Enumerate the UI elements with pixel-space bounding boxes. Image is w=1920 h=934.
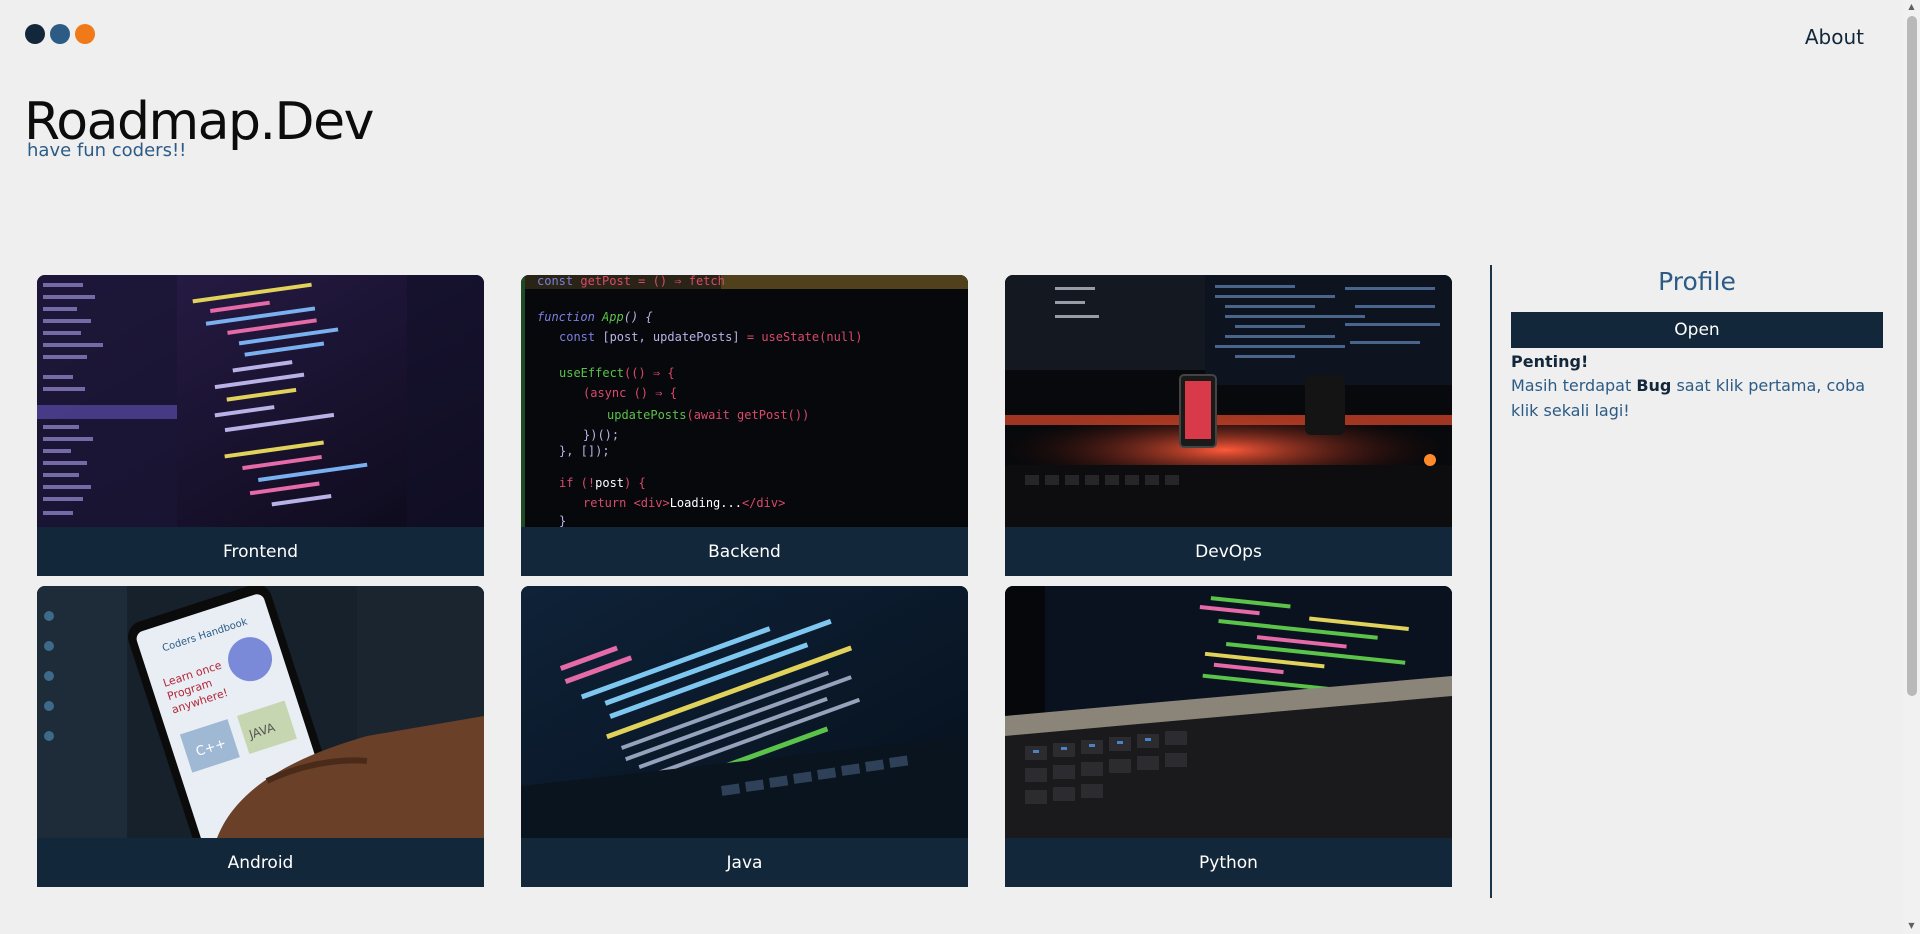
profile-panel: Profile Open Penting! Masih terdapat Bug… [1511, 265, 1883, 423]
svg-text:}, []);: }, []); [559, 444, 610, 458]
card-label: DevOps [1005, 527, 1452, 576]
frontend-image [37, 275, 484, 527]
sidebar-divider [1490, 265, 1492, 898]
android-image: Coders Handbook Learn once Program anywh… [37, 586, 484, 838]
top-bar: About [0, 0, 1900, 70]
dot-blue [50, 24, 70, 44]
window-dots [25, 24, 95, 44]
vertical-scrollbar[interactable]: ▲ ▼ [1903, 0, 1920, 934]
brand: Roadmap.Dev have fun coders!! [24, 92, 374, 161]
svg-text:if (!post) {: if (!post) { [559, 476, 646, 490]
svg-text:useEffect(() ⇒ {: useEffect(() ⇒ { [559, 366, 675, 380]
profile-title: Profile [1658, 267, 1736, 296]
scroll-thumb[interactable] [1907, 16, 1917, 696]
svg-text:updatePosts(await getPost()): updatePosts(await getPost()) [607, 408, 809, 422]
card-java[interactable]: Java [521, 586, 968, 887]
card-label: Android [37, 838, 484, 887]
backend-image: const getPost = () ⇒ fetch function App(… [521, 275, 968, 527]
svg-text:const [post, updatePosts] = us: const [post, updatePosts] = useState(nul… [559, 330, 862, 344]
card-backend[interactable]: const getPost = () ⇒ fetch function App(… [521, 275, 968, 576]
svg-text:})();: })(); [583, 428, 619, 442]
card-frontend[interactable]: Frontend [37, 275, 484, 576]
card-python[interactable]: Python [1005, 586, 1452, 887]
java-image [521, 586, 968, 838]
card-devops[interactable]: DevOps [1005, 275, 1452, 576]
open-profile-button[interactable]: Open [1511, 312, 1883, 348]
svg-text:function App() {: function App() { [537, 310, 653, 324]
about-link[interactable]: About [1805, 25, 1864, 49]
dot-navy [25, 24, 45, 44]
devops-image [1005, 275, 1452, 527]
svg-text:return <div>Loading...</div>: return <div>Loading...</div> [583, 496, 785, 510]
svg-text:}: } [559, 514, 566, 527]
card-label: Java [521, 838, 968, 887]
scroll-up-icon[interactable]: ▲ [1907, 3, 1916, 11]
note-bug: Bug [1636, 376, 1672, 395]
python-image [1005, 586, 1452, 838]
dot-orange [75, 24, 95, 44]
note-text-before: Masih terdapat [1511, 376, 1637, 395]
card-label: Python [1005, 838, 1452, 887]
card-android[interactable]: Coders Handbook Learn once Program anywh… [37, 586, 484, 887]
svg-text:(async () ⇒ {: (async () ⇒ { [583, 386, 677, 400]
svg-text:const getPost = () ⇒ fetch: const getPost = () ⇒ fetch [537, 275, 725, 288]
card-label: Backend [521, 527, 968, 576]
scroll-down-icon[interactable]: ▼ [1907, 922, 1916, 930]
note-title: Penting! [1511, 352, 1589, 371]
card-label: Frontend [37, 527, 484, 576]
note-text: Masih terdapat Bug saat klik pertama, co… [1511, 373, 1883, 423]
